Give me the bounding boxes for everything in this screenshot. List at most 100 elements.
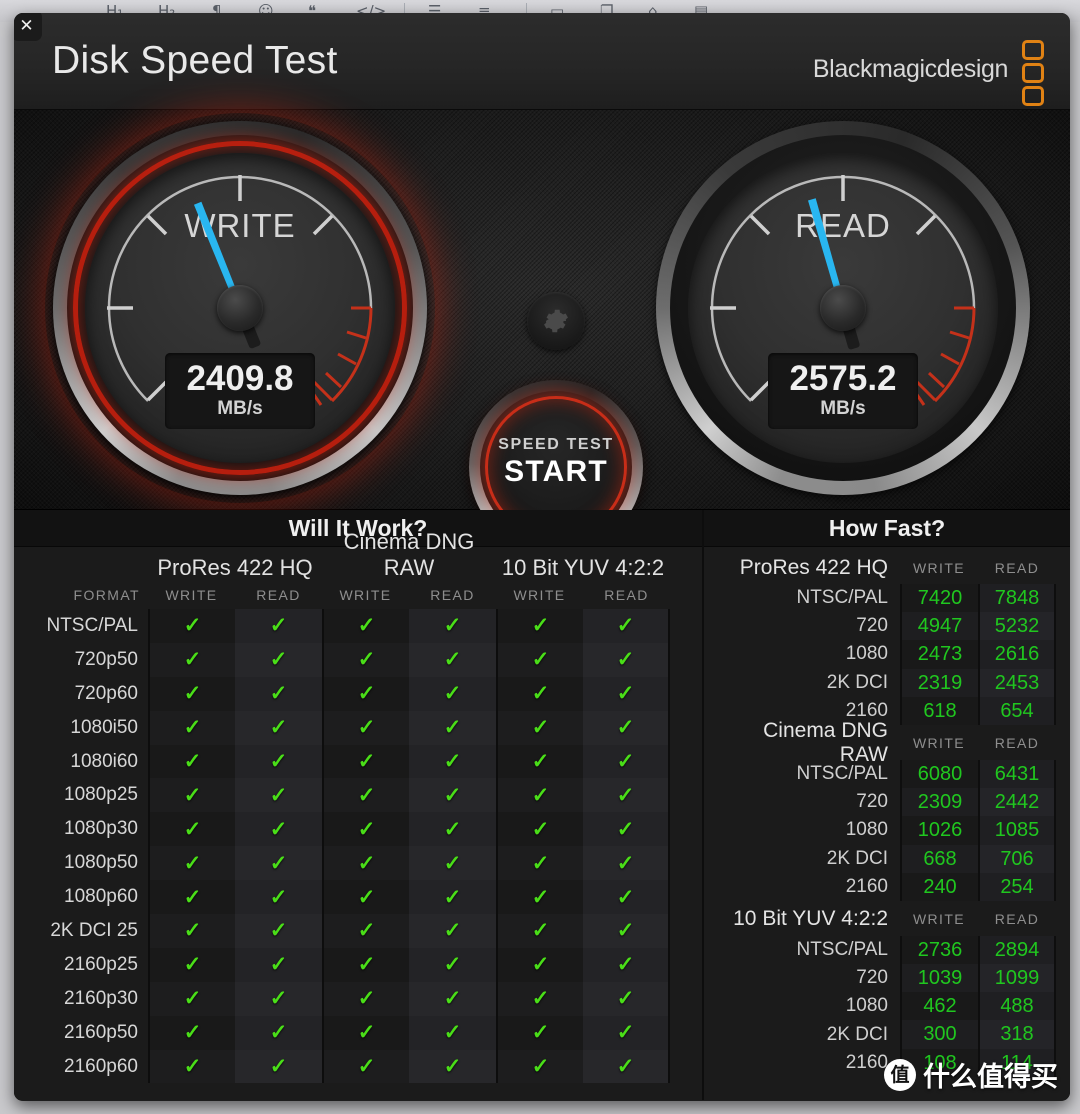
format-label: 2K DCI 25 (50, 919, 138, 941)
how-fast-title: How Fast? (704, 510, 1070, 547)
support-cell: ✓ (322, 744, 409, 779)
check-icon: ✓ (269, 987, 288, 1011)
support-cell: ✓ (409, 812, 496, 847)
table-row: 1080 462 488 (714, 992, 1056, 1021)
check-icon: ✓ (616, 648, 635, 672)
col-header-prores-read: READ (256, 587, 301, 603)
write-gauge: WRITE 2409.8 MB/s (45, 113, 435, 503)
support-cell: ✓ (235, 642, 322, 677)
support-cell: ✓ (235, 744, 322, 779)
check-icon: ✓ (616, 1055, 635, 1079)
support-cell: ✓ (583, 1049, 670, 1084)
check-icon: ✓ (269, 750, 288, 773)
write-speed-value: 1026 (900, 816, 978, 845)
brand-label: Blackmagicdesign (812, 55, 1008, 83)
check-icon: ✓ (183, 682, 202, 706)
support-cell: ✓ (235, 1049, 322, 1084)
support-cell: ✓ (496, 846, 583, 881)
support-cell: ✓ (496, 947, 583, 982)
check-icon: ✓ (616, 885, 635, 909)
check-icon: ✓ (357, 783, 376, 807)
gauge-deck: WRITE 2409.8 MB/s READ 2575.2 MB/s SPEED… (14, 110, 1070, 554)
table-row: 2K DCI 25 ✓ ✓ ✓ ✓ ✓ ✓ (24, 914, 692, 948)
support-cell: ✓ (583, 710, 670, 745)
write-speed-value: 300 (900, 1020, 978, 1049)
col-header-prores-write: WRITE (165, 587, 218, 603)
write-gauge-hub (217, 285, 263, 331)
support-cell: ✓ (235, 812, 322, 847)
check-icon: ✓ (531, 648, 550, 672)
watermark-badge-icon: 值 (884, 1058, 916, 1091)
support-cell: ✓ (496, 778, 583, 813)
check-icon: ✓ (269, 716, 288, 740)
write-speed-value: 462 (900, 992, 978, 1021)
read-speed-value: 254 (978, 872, 1056, 901)
support-cell: ✓ (583, 812, 670, 847)
support-cell: ✓ (409, 846, 496, 881)
support-cell: ✓ (322, 710, 409, 745)
check-icon: ✓ (616, 783, 635, 807)
support-cell: ✓ (148, 812, 235, 847)
check-icon: ✓ (531, 987, 550, 1011)
how-fast-col-header: WRITE (912, 559, 966, 576)
support-cell: ✓ (322, 880, 409, 915)
table-row: 2K DCI 2319 2453 (714, 668, 1056, 697)
check-icon: ✓ (357, 1055, 376, 1079)
check-icon: ✓ (531, 953, 550, 977)
gear-icon[interactable] (527, 292, 585, 350)
blackmagic-logo-icon (1022, 40, 1048, 109)
read-speed-value: 2453 (978, 668, 1056, 697)
gear-glyph (544, 309, 568, 333)
support-cell: ✓ (496, 710, 583, 745)
check-icon: ✓ (443, 783, 462, 807)
support-cell: ✓ (496, 642, 583, 677)
check-icon: ✓ (616, 817, 635, 841)
table-row: 720 2309 2442 (714, 788, 1056, 817)
check-icon: ✓ (616, 987, 635, 1011)
format-label: 1080i60 (70, 750, 138, 772)
check-icon: ✓ (443, 1021, 462, 1045)
table-row: 2160p60 ✓ ✓ ✓ ✓ ✓ ✓ (24, 1049, 692, 1084)
support-cell: ✓ (496, 981, 583, 1016)
check-icon: ✓ (531, 1021, 550, 1045)
support-cell: ✓ (496, 1015, 583, 1050)
format-label: 2160p50 (64, 1021, 138, 1043)
how-fast-panel: How Fast? ProRes 422 HQ WRITE READ NTSC/PAL… (702, 510, 1070, 1100)
format-label: 2160p25 (64, 953, 138, 975)
format-label: 2160p60 (64, 1055, 138, 1077)
check-icon: ✓ (183, 750, 202, 773)
start-button-caption: SPEED TEST (498, 436, 614, 453)
support-cell: ✓ (322, 812, 409, 847)
check-icon: ✓ (183, 648, 202, 672)
support-cell: ✓ (148, 1049, 235, 1084)
support-cell: ✓ (583, 1015, 670, 1050)
format-label: 1080p25 (64, 784, 138, 806)
check-icon: ✓ (269, 885, 288, 909)
read-gauge-hub (820, 285, 866, 331)
support-cell: ✓ (409, 880, 496, 915)
resolution-label: NTSC/PAL (796, 763, 888, 785)
write-speed-value: 240 (900, 872, 978, 901)
support-cell: ✓ (583, 914, 670, 948)
support-cell: ✓ (235, 609, 322, 643)
how-fast-col-header: WRITE (912, 911, 966, 928)
check-icon: ✓ (183, 885, 202, 909)
support-cell: ✓ (496, 609, 583, 643)
check-icon: ✓ (443, 1055, 462, 1079)
check-icon: ✓ (357, 953, 376, 977)
format-label: 1080p50 (64, 852, 138, 874)
check-icon: ✓ (183, 783, 202, 807)
support-cell: ✓ (583, 676, 670, 711)
how-fast-group: Cinema DNG RAW WRITE READ NTSC/PAL 6080 6431 7… (714, 719, 1056, 901)
table-row: 2K DCI 300 318 (714, 1020, 1056, 1049)
table-row: NTSC/PAL ✓ ✓ ✓ ✓ ✓ ✓ (24, 609, 692, 643)
read-speed-value: 654 (978, 696, 1056, 725)
read-speed-value: 488 (978, 992, 1056, 1021)
support-cell: ✓ (235, 778, 322, 813)
support-cell: ✓ (235, 981, 322, 1016)
check-icon: ✓ (183, 987, 202, 1011)
close-icon[interactable]: ✕ (14, 13, 42, 41)
check-icon: ✓ (443, 919, 462, 943)
check-icon: ✓ (183, 953, 202, 977)
table-row: 720p60 ✓ ✓ ✓ ✓ ✓ ✓ (24, 676, 692, 711)
